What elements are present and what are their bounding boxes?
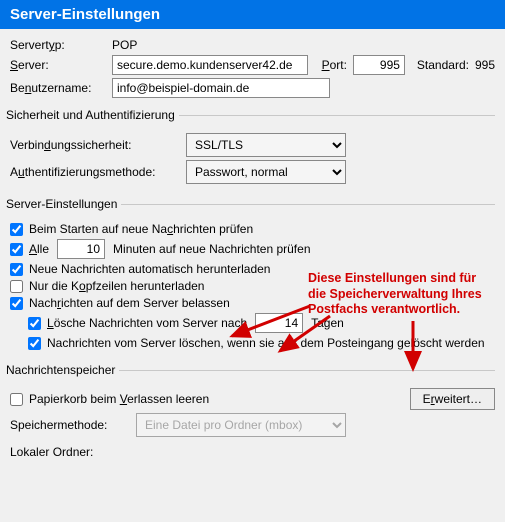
- port-input[interactable]: [353, 55, 405, 75]
- fieldset-security: Sicherheit und Authentifizierung Verbind…: [10, 108, 495, 187]
- server-label: Server:: [10, 58, 106, 72]
- cb-leave-on-server[interactable]: [10, 297, 23, 310]
- storage-method-label: Speichermethode:: [10, 418, 130, 432]
- username-label: Benutzername:: [10, 81, 106, 95]
- local-folder-label: Lokaler Ordner:: [10, 445, 93, 459]
- cb-delete-after[interactable]: [28, 317, 41, 330]
- cb-check-start[interactable]: [10, 223, 23, 236]
- cb-alle[interactable]: [10, 243, 23, 256]
- server-input[interactable]: [112, 55, 308, 75]
- auth-select[interactable]: Passwort, normal: [186, 160, 346, 184]
- cb-alle-label: Alle: [29, 242, 49, 256]
- cb-delete-after-label: Lösche Nachrichten vom Server nach: [47, 316, 247, 330]
- cb-delete-from-inbox-label: Nachrichten vom Server löschen, wenn sie…: [47, 336, 485, 350]
- standard-label: Standard:: [417, 58, 469, 72]
- title-text: Server-Einstellungen: [10, 6, 160, 23]
- cb-delete-from-inbox[interactable]: [28, 337, 41, 350]
- message-store-legend: Nachrichtenspeicher: [6, 363, 119, 377]
- servertype-label: Servertyp:: [10, 38, 106, 52]
- content-area: Servertyp: POP Server: Port: Standard: 9…: [0, 29, 505, 462]
- storage-method-select: Eine Datei pro Ordner (mbox): [136, 413, 346, 437]
- interval-suffix: Minuten auf neue Nachrichten prüfen: [113, 242, 310, 256]
- titlebar: Server-Einstellungen: [0, 0, 505, 29]
- annotation-text: Diese Einstellungen sind fürdie Speicher…: [308, 271, 482, 318]
- port-label: Port:: [322, 58, 347, 72]
- connsec-select[interactable]: SSL/TLS: [186, 133, 346, 157]
- fieldset-message-store: Nachrichtenspeicher Papierkorb beim Verl…: [10, 363, 495, 462]
- cb-empty-trash-label: Papierkorb beim Verlassen leeren: [29, 392, 209, 406]
- row-server: Server: Port: Standard: 995: [10, 55, 495, 75]
- servertype-value: POP: [112, 38, 137, 52]
- advanced-button[interactable]: Erweitert…: [410, 388, 495, 410]
- row-servertype: Servertyp: POP: [10, 38, 495, 52]
- connsec-label: Verbindungssicherheit:: [10, 138, 180, 152]
- row-username: Benutzername:: [10, 78, 495, 98]
- delete-after-suffix: Tagen: [311, 316, 344, 330]
- security-legend: Sicherheit und Authentifizierung: [6, 108, 179, 122]
- username-input[interactable]: [112, 78, 330, 98]
- cb-headers-only-label: Nur die Kopfzeilen herunterladen: [29, 279, 204, 293]
- delete-after-days-input[interactable]: [255, 313, 303, 333]
- auth-label: Authentifizierungsmethode:: [10, 165, 180, 179]
- cb-autodownload-label: Neue Nachrichten automatisch herunterlad…: [29, 262, 270, 276]
- fieldset-server-settings: Server-Einstellungen Beim Starten auf ne…: [10, 197, 495, 353]
- cb-empty-trash[interactable]: [10, 393, 23, 406]
- cb-leave-on-server-label: Nachrichten auf dem Server belassen: [29, 296, 230, 310]
- standard-value: 995: [475, 58, 495, 72]
- cb-autodownload[interactable]: [10, 263, 23, 276]
- cb-headers-only[interactable]: [10, 280, 23, 293]
- cb-check-start-label: Beim Starten auf neue Nachrichten prüfen: [29, 222, 253, 236]
- interval-input[interactable]: [57, 239, 105, 259]
- server-settings-legend: Server-Einstellungen: [6, 197, 121, 211]
